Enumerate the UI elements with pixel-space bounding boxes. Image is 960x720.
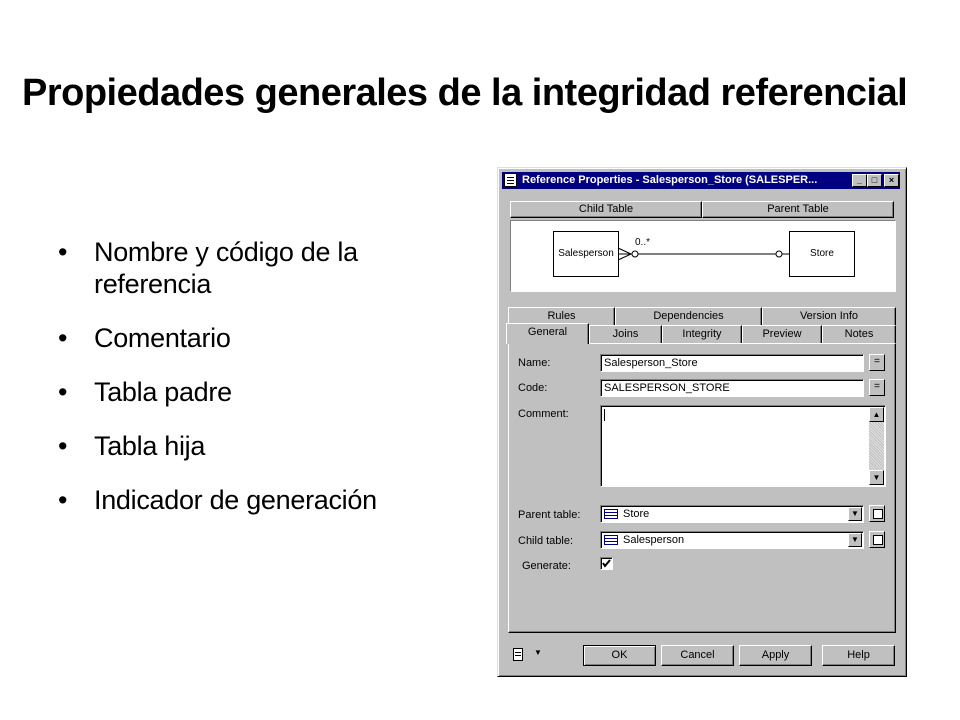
code-field[interactable]: SALESPERSON_STORE — [600, 379, 864, 397]
crowfoot-bottom — [617, 253, 632, 261]
parent-entity-box[interactable]: Store — [789, 231, 855, 277]
help-button[interactable]: Help — [822, 645, 895, 666]
tab-dependencies[interactable]: Dependencies — [615, 307, 762, 325]
code-label: Code: — [518, 382, 548, 394]
child-table-button[interactable]: Child Table — [510, 201, 702, 218]
dropdown-arrow-icon[interactable]: ▼ — [848, 507, 862, 521]
tab-version-info[interactable]: Version Info — [762, 307, 896, 325]
close-button[interactable]: × — [884, 174, 899, 187]
bullet-item-parent-table: • Tabla padre — [58, 376, 418, 408]
bullet-item-name-code: • Nombre y código de la referencia — [58, 236, 418, 300]
parent-table-select[interactable]: Store ▼ — [600, 505, 864, 523]
code-equals-button[interactable]: = — [869, 379, 885, 396]
reference-properties-dialog: Reference Properties - Salesperson_Store… — [497, 167, 907, 677]
parent-table-value: Store — [623, 508, 650, 520]
cardinality-label: 0..* — [635, 237, 651, 248]
generate-checkbox[interactable] — [600, 557, 613, 570]
dialog-title: Reference Properties - Salesperson_Store… — [522, 174, 818, 186]
apply-button[interactable]: Apply — [739, 645, 812, 666]
ok-button[interactable]: OK — [583, 645, 656, 666]
comment-label: Comment: — [518, 408, 569, 420]
crowfoot-top — [617, 247, 632, 255]
bullet-list: • Nombre y código de la referencia • Coment… — [58, 236, 418, 538]
generate-label: Generate: — [522, 560, 571, 572]
child-table-select[interactable]: Salesperson ▼ — [600, 531, 864, 549]
bullet-item-child-table: • Tabla hija — [58, 430, 418, 462]
scroll-up-icon[interactable]: ▲ — [869, 407, 884, 422]
child-table-value: Salesperson — [623, 534, 685, 546]
tab-notes[interactable]: Notes — [822, 325, 896, 343]
bullet-dot: • — [58, 485, 68, 515]
tab-general[interactable]: General — [506, 323, 589, 344]
bullet-item-generation: • Indicador de generación — [58, 484, 418, 516]
name-label: Name: — [518, 357, 551, 369]
menu-dropdown-arrow-icon[interactable]: ▼ — [534, 648, 542, 657]
table-icon — [604, 509, 618, 519]
bullet-text: Comentario — [94, 323, 231, 353]
bullet-dot: • — [58, 237, 68, 267]
bullet-text-cont: referencia — [94, 269, 212, 299]
checkmark-icon — [602, 559, 611, 568]
bullet-text: Tabla hija — [94, 431, 206, 461]
text-cursor — [604, 409, 605, 421]
bullet-text: Tabla padre — [94, 377, 232, 407]
comment-textarea[interactable]: ▲ ▼ — [600, 405, 886, 487]
properties-icon[interactable] — [869, 531, 885, 548]
table-icon — [604, 535, 618, 545]
dropdown-arrow-icon[interactable]: ▼ — [848, 533, 862, 547]
bullet-dot: • — [58, 377, 68, 407]
child-entity-box[interactable]: Salesperson — [553, 231, 619, 277]
reference-diagram: Salesperson Store 0..* — [510, 220, 896, 292]
maximize-button[interactable]: □ — [867, 174, 882, 187]
scroll-down-icon[interactable]: ▼ — [869, 470, 884, 485]
bullet-text: Nombre y código de la — [94, 237, 358, 267]
properties-icon[interactable] — [869, 505, 885, 522]
bullet-text: Indicador de generación — [94, 485, 377, 515]
bullet-dot: • — [58, 323, 68, 353]
app-icon[interactable] — [504, 173, 517, 187]
child-table-label: Child table: — [518, 535, 574, 547]
dialog-titlebar[interactable]: Reference Properties - Salesperson_Store… — [502, 172, 900, 189]
tab-joins[interactable]: Joins — [589, 325, 662, 343]
bullet-item-comment: • Comentario — [58, 322, 418, 354]
slide-title: Propiedades generales de la integridad r… — [22, 72, 908, 114]
minimize-button[interactable]: _ — [852, 174, 867, 187]
name-field[interactable]: Salesperson_Store — [600, 354, 864, 372]
parent-table-label: Parent table: — [518, 509, 581, 521]
tab-preview[interactable]: Preview — [742, 325, 822, 343]
comment-scrollbar[interactable]: ▲ ▼ — [869, 407, 884, 485]
name-equals-button[interactable]: = — [869, 354, 885, 371]
list-menu-icon[interactable] — [510, 645, 532, 665]
tab-integrity[interactable]: Integrity — [662, 325, 742, 343]
cancel-button[interactable]: Cancel — [661, 645, 734, 666]
bullet-dot: • — [58, 431, 68, 461]
optional-marker-parent — [775, 250, 783, 258]
optional-marker-child — [631, 250, 639, 258]
general-tab-panel: Name: Salesperson_Store = Code: SALESPER… — [508, 343, 896, 633]
parent-table-button[interactable]: Parent Table — [702, 201, 894, 218]
